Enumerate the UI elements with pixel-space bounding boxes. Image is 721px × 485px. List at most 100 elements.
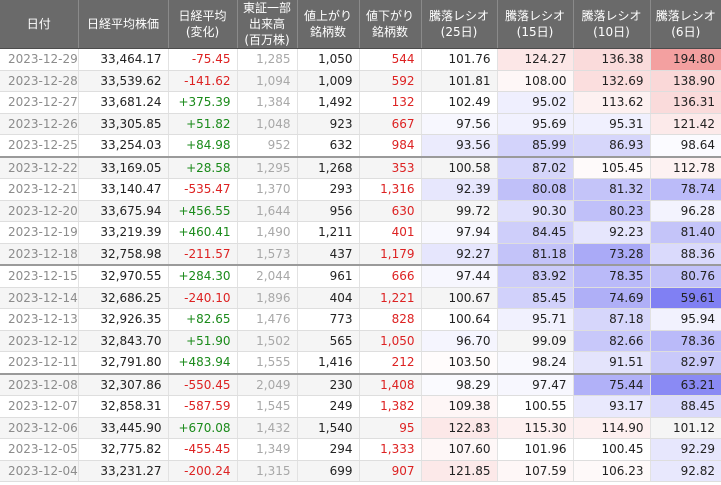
- date-cell: 2023-12-05: [0, 438, 79, 461]
- col-ratio-10[interactable]: 騰落レシオ (10日): [573, 0, 651, 49]
- ratio-25-cell: 98.29: [421, 373, 498, 396]
- volume-cell: 1,573: [237, 243, 298, 266]
- advancers-cell: 1,492: [297, 91, 360, 114]
- change-cell: +456.55: [168, 200, 238, 222]
- price-cell: 32,970.55: [78, 265, 169, 288]
- ratio-15-cell: 97.47: [497, 373, 574, 396]
- volume-cell: 1,644: [237, 200, 298, 222]
- ratio-6-cell: 101.12: [650, 417, 721, 439]
- ratio-6-cell: 82.97: [650, 351, 721, 375]
- date-cell: 2023-12-25: [0, 134, 79, 158]
- date-cell: 2023-12-06: [0, 417, 79, 439]
- table-row[interactable]: 2023-12-22 33,169.05 +28.58 1,295 1,268 353 10…: [0, 156, 721, 179]
- decliners-cell: 1,221: [359, 287, 422, 309]
- change-cell: -535.47: [168, 178, 238, 201]
- change-cell: -141.62: [168, 70, 238, 92]
- table-row[interactable]: 2023-12-08 32,307.86 -550.45 2,049 230 1,408 9…: [0, 373, 721, 396]
- ratio-15-cell: 90.30: [497, 200, 574, 222]
- table-row[interactable]: 2023-12-15 32,970.55 +284.30 2,044 961 666 97.…: [0, 265, 721, 288]
- ratio-10-cell: 82.66: [573, 330, 651, 352]
- change-cell: +284.30: [168, 265, 238, 288]
- volume-cell: 1,349: [237, 438, 298, 461]
- price-cell: 32,686.25: [78, 287, 169, 309]
- ratio-25-cell: 92.39: [421, 178, 498, 201]
- decliners-cell: 907: [359, 460, 422, 482]
- ratio-15-cell: 80.08: [497, 178, 574, 201]
- volume-cell: 1,048: [237, 113, 298, 135]
- ratio-15-cell: 84.45: [497, 221, 574, 244]
- price-cell: 33,305.85: [78, 113, 169, 135]
- ratio-25-cell: 96.70: [421, 330, 498, 352]
- table-row[interactable]: 2023-12-05 32,775.82 -455.45 1,349 294 1,333 1…: [0, 438, 721, 461]
- advancers-cell: 404: [297, 287, 360, 309]
- decliners-cell: 401: [359, 221, 422, 244]
- table-row[interactable]: 2023-12-06 33,445.90 +670.08 1,432 1,540 95 12…: [0, 417, 721, 439]
- date-cell: 2023-12-04: [0, 460, 79, 482]
- decliners-cell: 1,382: [359, 395, 422, 418]
- change-cell: -200.24: [168, 460, 238, 482]
- table-row[interactable]: 2023-12-29 33,464.17 -75.45 1,285 1,050 544 10…: [0, 48, 721, 71]
- table-row[interactable]: 2023-12-12 32,843.70 +51.90 1,502 565 1,050 96…: [0, 330, 721, 352]
- ratio-25-cell: 101.81: [421, 70, 498, 92]
- table-row[interactable]: 2023-12-27 33,681.24 +375.39 1,384 1,492 132 1…: [0, 91, 721, 114]
- table-row[interactable]: 2023-12-19 33,219.39 +460.41 1,490 1,211 401 9…: [0, 221, 721, 244]
- col-ratio-25[interactable]: 騰落レシオ (25日): [421, 0, 498, 49]
- decliners-cell: 212: [359, 351, 422, 375]
- volume-cell: 1,295: [237, 156, 298, 179]
- table-row[interactable]: 2023-12-14 32,686.25 -240.10 1,896 404 1,221 1…: [0, 287, 721, 309]
- table-row[interactable]: 2023-12-04 33,231.27 -200.24 1,315 699 907 121…: [0, 460, 721, 482]
- ratio-6-cell: 59.61: [650, 287, 721, 309]
- col-nikkei-change[interactable]: 日経平均 (変化): [168, 0, 238, 49]
- ratio-25-cell: 97.94: [421, 221, 498, 244]
- price-cell: 33,254.03: [78, 134, 169, 158]
- col-nikkei-price[interactable]: 日経平均株価: [78, 0, 169, 49]
- ratio-6-cell: 136.31: [650, 91, 721, 114]
- ratio-25-cell: 109.38: [421, 395, 498, 418]
- ratio-25-cell: 99.72: [421, 200, 498, 222]
- ratio-6-cell: 80.76: [650, 265, 721, 288]
- ratio-10-cell: 114.90: [573, 417, 651, 439]
- ratio-10-cell: 81.32: [573, 178, 651, 201]
- table-row[interactable]: 2023-12-28 33,539.62 -141.62 1,094 1,009 592 1…: [0, 70, 721, 92]
- table-row[interactable]: 2023-12-26 33,305.85 +51.82 1,048 923 667 97.5…: [0, 113, 721, 135]
- table-row[interactable]: 2023-12-25 33,254.03 +84.98 952 632 984 93.56 8…: [0, 134, 721, 158]
- table-row[interactable]: 2023-12-20 33,675.94 +456.55 1,644 956 630 99.…: [0, 200, 721, 222]
- col-volume[interactable]: 東証一部 出来高 (百万株): [237, 0, 298, 49]
- price-cell: 32,307.86: [78, 373, 169, 396]
- col-advancers[interactable]: 値上がり 銘柄数: [297, 0, 360, 49]
- date-cell: 2023-12-27: [0, 91, 79, 114]
- ratio-10-cell: 86.93: [573, 134, 651, 158]
- change-cell: -550.45: [168, 373, 238, 396]
- table-row[interactable]: 2023-12-18 32,758.98 -211.57 1,573 437 1,179 9…: [0, 243, 721, 266]
- ratio-10-cell: 113.62: [573, 91, 651, 114]
- price-cell: 33,464.17: [78, 48, 169, 71]
- col-ratio-15[interactable]: 騰落レシオ (15日): [497, 0, 574, 49]
- ratio-15-cell: 83.92: [497, 265, 574, 288]
- ratio-25-cell: 100.64: [421, 308, 498, 331]
- ratio-6-cell: 81.40: [650, 221, 721, 244]
- change-cell: -240.10: [168, 287, 238, 309]
- ratio-6-cell: 112.78: [650, 156, 721, 179]
- col-ratio-6[interactable]: 騰落レシオ (6日): [650, 0, 721, 49]
- ratio-25-cell: 121.85: [421, 460, 498, 482]
- header-row: 日付 日経平均株価 日経平均 (変化) 東証一部 出来高 (百万株) 値上がり 銘柄数 …: [0, 0, 721, 49]
- ratio-15-cell: 101.96: [497, 438, 574, 461]
- col-decliners[interactable]: 値下がり 銘柄数: [359, 0, 422, 49]
- date-cell: 2023-12-26: [0, 113, 79, 135]
- table-row[interactable]: 2023-12-21 33,140.47 -535.47 1,370 293 1,316 9…: [0, 178, 721, 201]
- price-cell: 32,926.35: [78, 308, 169, 331]
- ratio-10-cell: 106.23: [573, 460, 651, 482]
- col-date[interactable]: 日付: [0, 0, 79, 49]
- date-cell: 2023-12-28: [0, 70, 79, 92]
- table-row[interactable]: 2023-12-11 32,791.80 +483.94 1,555 1,416 212 1…: [0, 351, 721, 375]
- change-cell: +51.82: [168, 113, 238, 135]
- advancers-cell: 1,050: [297, 48, 360, 71]
- advancers-cell: 699: [297, 460, 360, 482]
- volume-cell: 2,049: [237, 373, 298, 396]
- table-row[interactable]: 2023-12-07 32,858.31 -587.59 1,545 249 1,382 1…: [0, 395, 721, 418]
- decliners-cell: 1,050: [359, 330, 422, 352]
- price-cell: 32,758.98: [78, 243, 169, 266]
- ratio-15-cell: 95.71: [497, 308, 574, 331]
- table-row[interactable]: 2023-12-13 32,926.35 +82.65 1,476 773 828 100.…: [0, 308, 721, 331]
- date-cell: 2023-12-21: [0, 178, 79, 201]
